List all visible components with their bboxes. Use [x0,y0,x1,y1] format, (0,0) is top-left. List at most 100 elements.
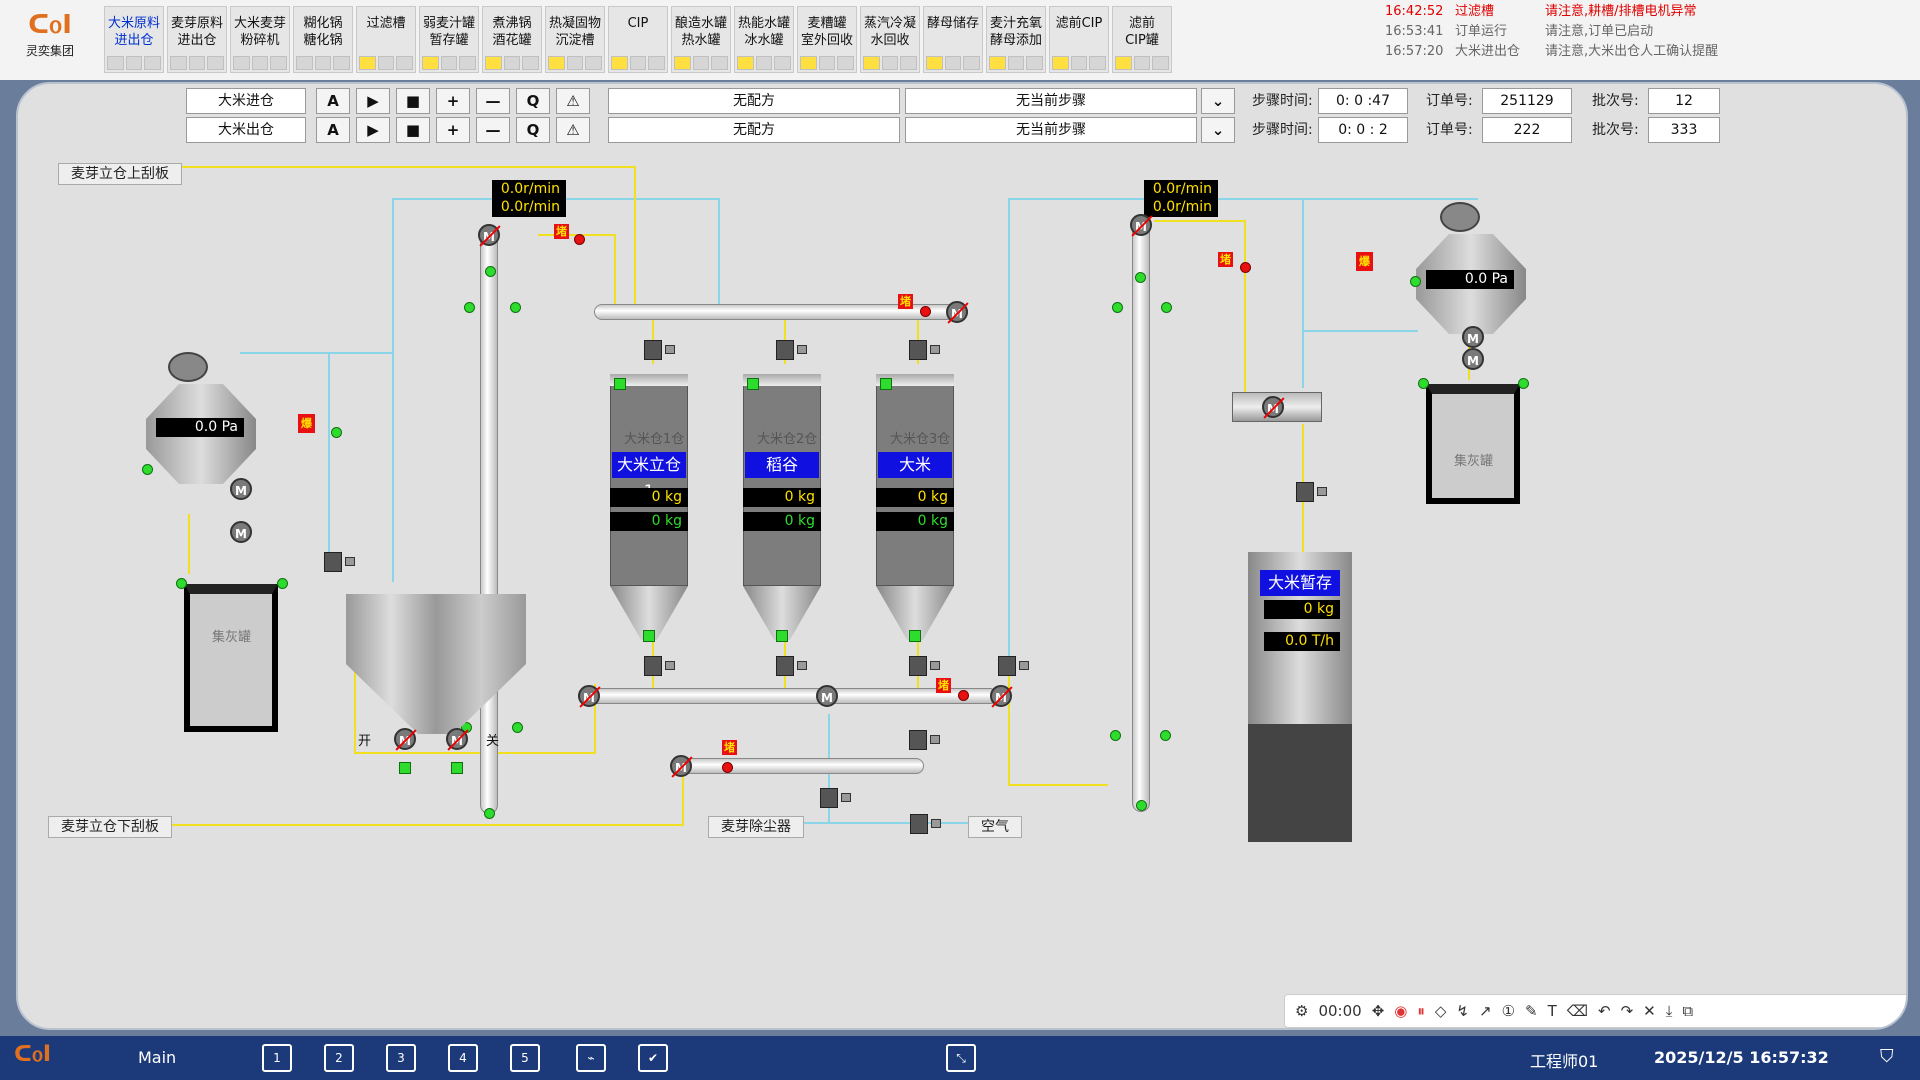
text-icon[interactable]: T [1548,1002,1557,1020]
nav-button[interactable]: 弱麦汁罐 暂存罐 [419,6,479,73]
alarm-list: 16:42:52 过滤槽 请注意,耕槽/排槽电机异常 16:53:41 订单运行 请注意,… [1385,2,1905,62]
elevator-motor[interactable]: M [478,224,500,246]
conveyor-motor[interactable]: M [816,685,838,707]
fullscreen-icon[interactable]: ⤡ [946,1044,976,1072]
confirm-icon[interactable]: ✔ [638,1044,668,1072]
alarm-row[interactable]: 16:57:20 大米进出仓 请注意,大米出仓人工确认提醒 [1385,42,1905,62]
nav-button[interactable]: 热凝固物 沉淀槽 [545,6,605,73]
undo-icon[interactable]: ↶ [1598,1002,1611,1020]
nav-button[interactable]: 麦糟罐 室外回收 [797,6,857,73]
arrow-icon[interactable]: ↗ [1479,1002,1492,1020]
conveyor-motor[interactable]: M [670,755,692,777]
nav-button[interactable]: 热能水罐 冰水罐 [734,6,794,73]
nav-button[interactable]: 过滤槽 [356,6,416,73]
screen-button-4[interactable]: 4 [448,1044,478,1072]
filter-motor[interactable]: M [1462,326,1484,348]
nav-button[interactable]: 麦芽原料 进出仓 [167,6,227,73]
conveyor-motor[interactable]: M [946,301,968,323]
chart-icon[interactable]: ⌁ [576,1044,606,1072]
nav-button[interactable]: 酵母储存 [923,6,983,73]
add-button[interactable]: + [436,88,470,114]
left-bucket-elevator [480,224,498,814]
alarm-row[interactable]: 16:53:41 订单运行 请注意,订单已启动 [1385,22,1905,42]
gate-valve[interactable] [820,788,851,808]
nav-button[interactable]: CIP [608,6,668,73]
nav-button[interactable]: 滤前 CIP罐 [1112,6,1172,73]
alarm-button[interactable]: ⚠ [556,117,590,143]
copy-icon[interactable]: ⧉ [1682,1002,1693,1020]
feeder-motor[interactable]: M [1262,396,1284,418]
gate-valve[interactable] [324,552,355,572]
nav-button[interactable]: 糊化锅 糖化锅 [293,6,353,73]
expand-button[interactable]: ⌄ [1201,117,1235,143]
settings-icon[interactable]: ⚙ [1295,1002,1308,1020]
close-icon[interactable]: ✕ [1643,1002,1656,1020]
screen-button-5[interactable]: 5 [510,1044,540,1072]
alarm-row[interactable]: 16:42:52 过滤槽 请注意,耕槽/排槽电机异常 [1385,2,1905,22]
redo-icon[interactable]: ↷ [1621,1002,1634,1020]
shape-icon[interactable]: ◇ [1435,1002,1447,1020]
step-display: 无当前步骤 [905,88,1197,114]
gate-valve[interactable] [909,730,940,750]
air-line [1008,198,1010,668]
conveyor-motor[interactable]: M [990,685,1012,707]
download-icon[interactable]: ⤓ [1666,1002,1673,1020]
stop-record-icon[interactable]: ◉ [1394,1002,1407,1020]
air-valve[interactable] [910,814,941,834]
sensor [512,722,523,733]
annotation-toolbar: ⚙ 00:00 ✥ ◉ ⏸ ◇ ↯ ↗ ① ✎ T ⌫ ↶ ↷ ✕ ⤓ ⧉ [1284,994,1906,1028]
elevator-motor[interactable]: M [1130,214,1152,236]
gate-valve[interactable] [909,340,940,360]
eraser-icon[interactable]: ⌫ [1567,1002,1588,1020]
auto-button[interactable]: A [316,117,350,143]
gate-valve[interactable] [1296,482,1327,502]
add-button[interactable]: + [436,117,470,143]
nav-button[interactable]: 麦汁充氧 酵母添加 [986,6,1046,73]
gate-valve[interactable] [776,340,807,360]
start-button[interactable]: ▶ [356,117,390,143]
gate-valve[interactable] [998,656,1029,676]
nav-button[interactable]: 大米麦芽 粉碎机 [230,6,290,73]
expand-button[interactable]: ⌄ [1201,88,1235,114]
stop-button[interactable]: ■ [396,117,430,143]
screen-button-2[interactable]: 2 [324,1044,354,1072]
screen-button-1[interactable]: 1 [262,1044,292,1072]
curve-icon[interactable]: ↯ [1456,1002,1469,1020]
filter-motor[interactable]: M [1462,348,1484,370]
conveyor-motor[interactable]: M [578,685,600,707]
gate-motor-open[interactable]: M [394,728,416,750]
nav-button[interactable]: 蒸汽冷凝 水回收 [860,6,920,73]
remove-button[interactable]: — [476,88,510,114]
pause-icon[interactable]: ⏸ [1417,1002,1425,1020]
gate-valve[interactable] [776,656,807,676]
nav-button[interactable]: 滤前CIP [1049,6,1109,73]
close-label: 关 [486,734,500,749]
start-button[interactable]: ▶ [356,88,390,114]
auto-button[interactable]: A [316,88,350,114]
screen-button-3[interactable]: 3 [386,1044,416,1072]
nav-button[interactable]: 酿造水罐 热水罐 [671,6,731,73]
flow-rate-display: 0.0 T/h [1264,632,1340,651]
silo-weight: 0 kg [610,488,688,507]
gate-motor-close[interactable]: M [446,728,468,750]
speed-display: 0.0r/min [492,180,566,199]
gate-valve[interactable] [644,656,675,676]
gate-valve[interactable] [909,656,940,676]
query-button[interactable]: Q [516,88,550,114]
gate-valve[interactable] [644,340,675,360]
filter-motor[interactable]: M [230,478,252,500]
alarm-button[interactable]: ⚠ [556,88,590,114]
pen-icon[interactable]: ✎ [1525,1002,1538,1020]
taskbar: ᑕ᧐I Main 1 2 3 4 5 ⌁ ✔ ⤡ 工程师01 2025/12/5 16:… [0,1036,1920,1080]
remove-button[interactable]: — [476,117,510,143]
recipe-display: 无配方 [608,88,900,114]
query-button[interactable]: Q [516,117,550,143]
move-icon[interactable]: ✥ [1372,1002,1385,1020]
nav-button[interactable]: 大米原料 进出仓 [104,6,164,73]
silo-label: 大米 [878,452,952,478]
stop-button[interactable]: ■ [396,88,430,114]
filter-motor[interactable]: M [230,521,252,543]
number-icon[interactable]: ① [1502,1002,1515,1020]
tag-icon[interactable]: ⛉ [1880,1046,1894,1067]
nav-button[interactable]: 煮沸锅 酒花罐 [482,6,542,73]
